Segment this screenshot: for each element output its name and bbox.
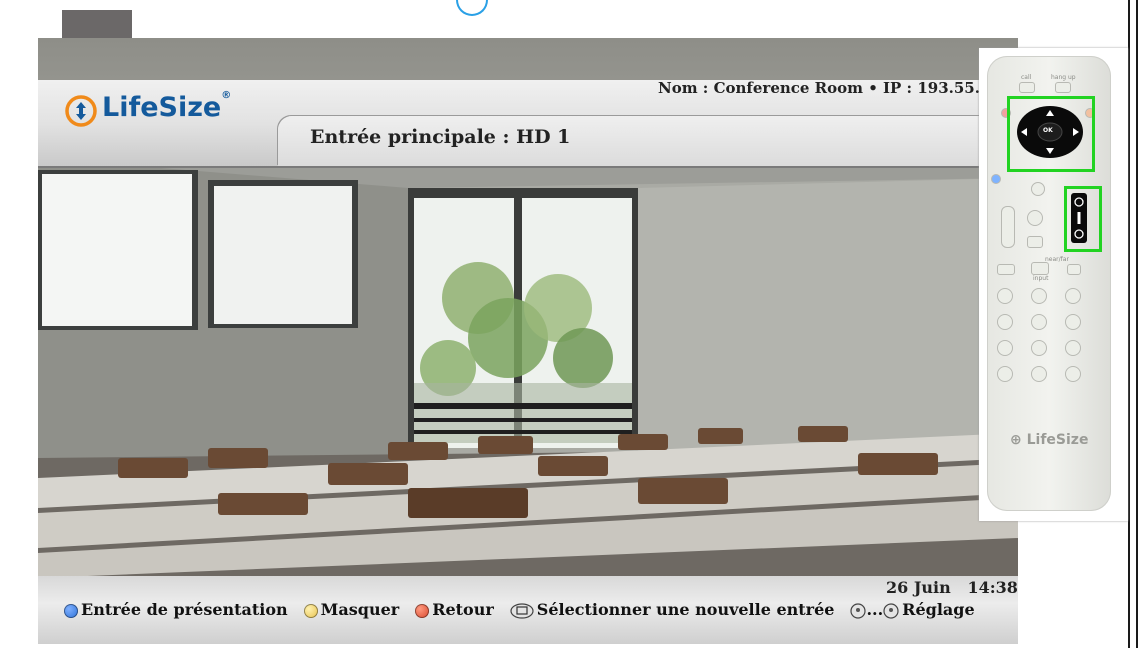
near-far-label: near/far <box>1045 256 1069 263</box>
key-star[interactable] <box>997 366 1013 382</box>
tv-screen: LifeSize® Nom : Conference Room • IP : 1… <box>38 38 1018 644</box>
hint-label: Masquer <box>320 600 400 619</box>
key-5[interactable] <box>1031 314 1047 330</box>
near-far-button[interactable] <box>1027 236 1043 248</box>
hint-label: Retour <box>432 600 494 619</box>
settings-button[interactable] <box>1067 264 1081 275</box>
remote-brand-logo: ⊕ LifeSize <box>1010 432 1089 448</box>
layout-button[interactable] <box>997 264 1015 275</box>
key-7[interactable] <box>997 340 1013 356</box>
hangup-label: hang up <box>1051 74 1076 81</box>
input-button-icon <box>510 602 534 619</box>
key-9[interactable] <box>1065 340 1081 356</box>
input-button[interactable] <box>1031 262 1049 275</box>
page-edge-inner <box>1130 0 1136 648</box>
window-pane <box>42 174 192 326</box>
key-6[interactable] <box>1065 314 1081 330</box>
page-title: Entrée principale : HD 1 <box>310 126 571 148</box>
call-label: call <box>1021 74 1032 81</box>
key-3[interactable] <box>1065 288 1081 304</box>
zoom-highlight-box <box>1064 186 1102 252</box>
lifesize-logo-icon <box>65 95 97 127</box>
button-hints: Entrée de présentation Masquer Retour Sé… <box>64 600 975 619</box>
call-button[interactable] <box>1019 82 1035 93</box>
window-pane <box>214 186 352 324</box>
date-time: 26 Juin 14:38 <box>886 578 1018 597</box>
number-button-icon <box>850 602 867 619</box>
header-divider <box>38 166 1018 168</box>
hint-label: Entrée de présentation <box>81 600 288 619</box>
blue-button-icon <box>64 603 78 618</box>
hint-label: ... <box>866 600 884 619</box>
hint-label: Réglage <box>902 600 975 619</box>
home-button[interactable] <box>1031 182 1045 196</box>
key-4[interactable] <box>997 314 1013 330</box>
date: 26 Juin <box>886 578 951 597</box>
registered-mark: ® <box>221 90 232 101</box>
annotation-circle <box>456 0 488 16</box>
key-2[interactable] <box>1031 288 1047 304</box>
key-1[interactable] <box>997 288 1013 304</box>
yellow-button-icon <box>303 603 318 618</box>
key-hash[interactable] <box>1065 366 1081 382</box>
hint-back[interactable]: Retour <box>415 600 494 619</box>
mute-button[interactable] <box>1027 210 1043 226</box>
hint-settings[interactable]: ... Réglage <box>850 600 975 619</box>
key-0[interactable] <box>1031 366 1047 382</box>
remote-brand: LifeSize <box>1026 432 1089 448</box>
hint-select-input[interactable]: Sélectionner une nouvelle entrée <box>510 600 835 619</box>
blue-key[interactable] <box>991 174 1001 184</box>
hint-label: Sélectionner une nouvelle entrée <box>536 600 835 619</box>
input-label: input <box>1033 275 1049 282</box>
brand-logo-text: LifeSize® <box>102 90 232 123</box>
hint-presentation[interactable]: Entrée de présentation <box>64 600 288 619</box>
time: 14:38 <box>967 578 1018 597</box>
red-button-icon <box>415 603 430 618</box>
brand-name: LifeSize <box>102 92 222 123</box>
monitor-frame <box>62 10 132 38</box>
volume-rocker[interactable] <box>1001 206 1015 248</box>
dpad-highlight-box <box>1007 96 1095 172</box>
key-8[interactable] <box>1031 340 1047 356</box>
device-info: Nom : Conference Room • IP : 193.55.118.… <box>658 79 1018 97</box>
hangup-button[interactable] <box>1055 82 1071 93</box>
number-button-icon <box>883 602 899 619</box>
hint-hide[interactable]: Masquer <box>303 600 400 619</box>
